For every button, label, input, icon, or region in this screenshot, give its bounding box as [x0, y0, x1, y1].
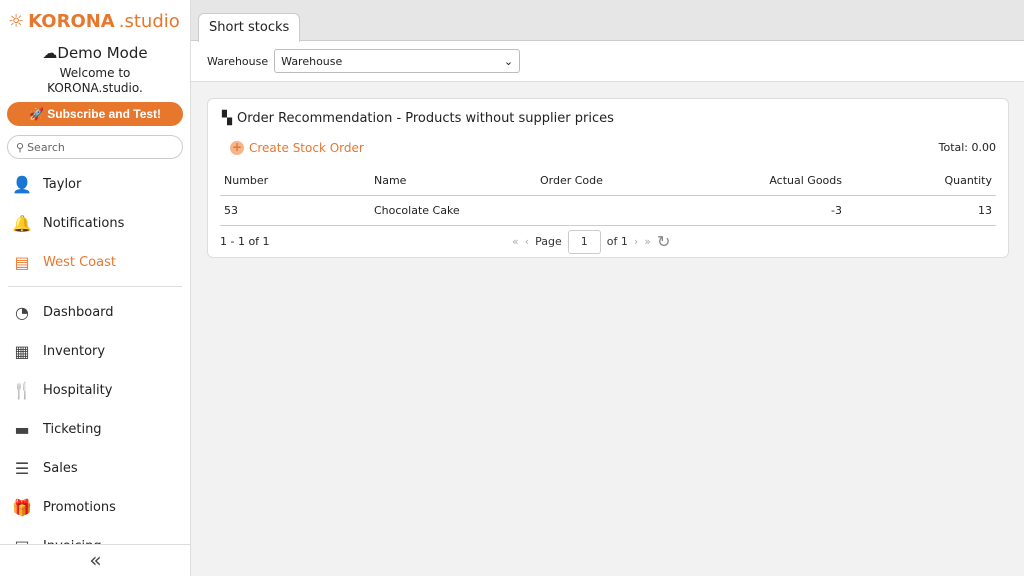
sidebar-item-label: Ticketing	[43, 422, 102, 437]
sidebar-item-hospitality[interactable]: 🍴 Hospitality	[0, 371, 190, 410]
sidebar-item-sales[interactable]: ☰ Sales	[0, 449, 190, 488]
cloud-icon: ☁	[42, 44, 58, 62]
record-range: 1 - 1 of 1	[220, 235, 270, 248]
sidebar-item-label: Inventory	[43, 344, 106, 359]
sidebar-item-label: Promotions	[43, 500, 116, 515]
sidebar-item-label: Dashboard	[43, 305, 114, 320]
demo-mode-label: Demo Mode	[57, 44, 148, 62]
prev-page-icon[interactable]: ‹	[525, 235, 529, 248]
stock-table: Number Name Order Code Actual Goods Quan…	[220, 167, 996, 226]
bell-icon: 🔔	[12, 214, 32, 233]
sidebar-item-label: West Coast	[43, 255, 116, 270]
demo-mode: ☁Demo Mode	[0, 44, 190, 62]
cell-number: 53	[220, 195, 370, 226]
first-page-icon[interactable]: «	[512, 235, 519, 248]
search-icon: ⚲	[16, 140, 25, 154]
sidebar-item-label: Hospitality	[43, 383, 113, 398]
column-actual-goods[interactable]: Actual Goods	[681, 167, 846, 196]
subscribe-label: Subscribe and Test!	[47, 107, 162, 121]
cutlery-icon: 🍴	[12, 381, 32, 400]
page-count: of 1	[606, 235, 628, 248]
gift-icon: 🎁	[12, 498, 32, 517]
total: Total: 0.00	[938, 141, 996, 154]
column-name[interactable]: Name	[370, 167, 536, 196]
tab-bar: Short stocks	[191, 0, 1024, 42]
welcome-line1: Welcome to	[59, 66, 131, 80]
warehouse-label: Warehouse	[207, 54, 269, 68]
chevron-down-icon: ⌄	[503, 54, 514, 68]
sidebar-item-promotions[interactable]: 🎁 Promotions	[0, 488, 190, 527]
sidebar-item-store[interactable]: ▤ West Coast	[0, 243, 190, 282]
refresh-icon[interactable]: ↻	[657, 232, 670, 251]
ticket-icon: ▬	[14, 420, 30, 439]
logo-suffix: .studio	[118, 10, 180, 32]
sidebar-item-inventory[interactable]: ▦ Inventory	[0, 332, 190, 371]
sidebar-item-dashboard[interactable]: ◔ Dashboard	[0, 293, 190, 332]
sidebar-item-user[interactable]: 👤 Taylor	[0, 165, 190, 204]
cell-actual-goods: -3	[681, 195, 846, 226]
create-stock-order-button[interactable]: + Create Stock Order	[220, 137, 996, 159]
boxes-icon: ▦	[14, 342, 30, 361]
subscribe-button[interactable]: 🚀 Subscribe and Test!	[7, 102, 183, 126]
column-quantity[interactable]: Quantity	[846, 167, 996, 196]
pagination: 1 - 1 of 1 « ‹ Page 1 of 1 › » ↻	[220, 226, 996, 258]
gauge-icon: ◔	[15, 303, 29, 322]
last-page-icon[interactable]: »	[644, 235, 651, 248]
search-placeholder: Search	[27, 140, 65, 154]
column-number[interactable]: Number	[220, 167, 370, 196]
tab-short-stocks[interactable]: Short stocks	[198, 13, 301, 42]
boxes-icon: ▚	[222, 110, 232, 126]
collapse-sidebar-button[interactable]: «	[0, 544, 190, 576]
sidebar-item-label: Notifications	[43, 216, 125, 231]
page-label: Page	[535, 235, 562, 248]
column-order-code[interactable]: Order Code	[536, 167, 682, 196]
panel-title: ▚ Order Recommendation - Products without…	[220, 99, 996, 137]
logo[interactable]: ☼ KORONA .studio	[0, 0, 190, 34]
warehouse-value: Warehouse	[281, 54, 343, 68]
cell-order-code	[536, 195, 682, 226]
receipt-icon: ☰	[14, 459, 30, 478]
sidebar-item-label: Taylor	[43, 177, 82, 192]
warehouse-select[interactable]: Warehouse ⌄	[274, 49, 521, 73]
cell-quantity: 13	[846, 195, 996, 226]
welcome-line2: KORONA.studio.	[47, 81, 143, 95]
order-recommendation-panel: ▚ Order Recommendation - Products without…	[207, 98, 1009, 258]
table-row[interactable]: 53 Chocolate Cake -3 13	[220, 195, 996, 226]
main-content: Short stocks Warehouse Warehouse ⌄ ▚ Order…	[191, 0, 1024, 576]
sun-logo-icon: ☼	[8, 10, 25, 32]
next-page-icon[interactable]: ›	[634, 235, 638, 248]
logo-text: KORONA	[28, 10, 115, 32]
table-header: Number Name Order Code Actual Goods Quan…	[220, 167, 996, 196]
divider	[8, 286, 182, 287]
chevron-double-left-icon: «	[89, 548, 102, 572]
cell-name: Chocolate Cake	[370, 195, 536, 226]
create-stock-order-label: Create Stock Order	[249, 141, 364, 155]
plus-icon: +	[230, 140, 244, 155]
store-icon: ▤	[14, 253, 30, 272]
page-input[interactable]: 1	[567, 229, 601, 254]
sidebar-item-ticketing[interactable]: ▬ Ticketing	[0, 410, 190, 449]
welcome-text: Welcome to KORONA.studio.	[0, 66, 190, 96]
filter-bar: Warehouse Warehouse ⌄	[191, 41, 1024, 82]
sidebar-item-label: Sales	[43, 461, 78, 476]
rocket-icon: 🚀	[28, 107, 48, 121]
user-icon: 👤	[12, 175, 32, 194]
panel-title-text: Order Recommendation - Products without …	[237, 110, 614, 126]
sidebar-item-notifications[interactable]: 🔔 Notifications	[0, 204, 190, 243]
sidebar: ☼ KORONA .studio ☁Demo Mode Welcome to KORO…	[0, 0, 191, 576]
search-input[interactable]: ⚲ Search	[7, 135, 183, 159]
